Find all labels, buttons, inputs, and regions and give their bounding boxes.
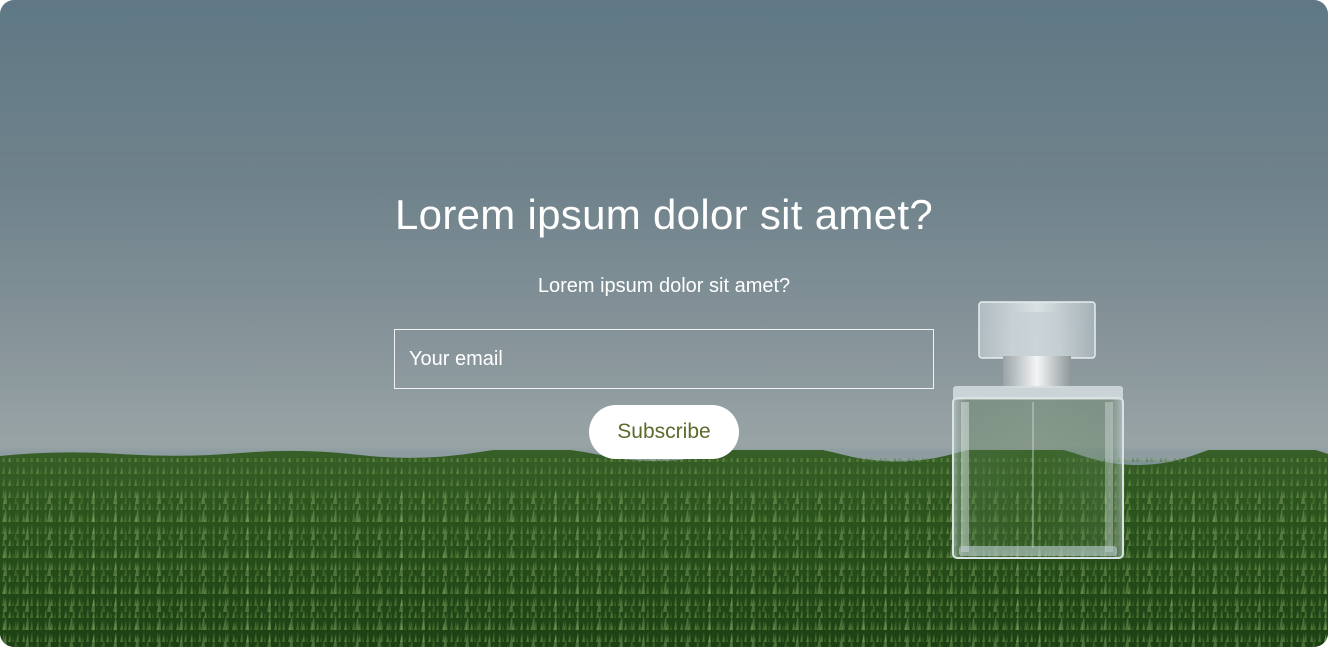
subscribe-button[interactable]: Subscribe xyxy=(589,405,739,459)
newsletter-headline: Lorem ipsum dolor sit amet? xyxy=(395,191,933,238)
newsletter-subtitle: Lorem ipsum dolor sit amet? xyxy=(537,275,791,297)
newsletter-banner: Lorem ipsum dolor sit amet? Lorem ipsum … xyxy=(0,0,1328,647)
newsletter-content: Lorem ipsum dolor sit amet? Lorem ipsum … xyxy=(0,0,1328,647)
email-input[interactable] xyxy=(394,329,934,389)
